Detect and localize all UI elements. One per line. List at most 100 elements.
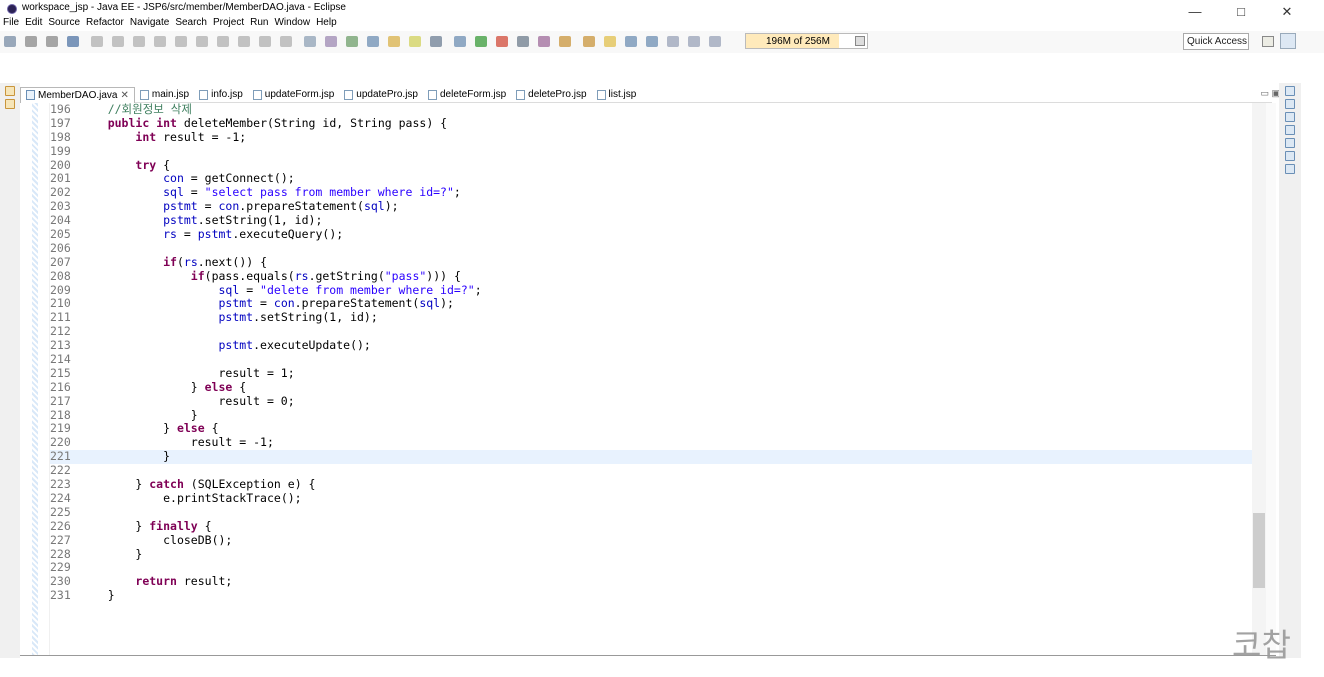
code-line[interactable]: 219 } else { (50, 422, 1252, 436)
code-line[interactable]: 211 pstmt.setString(1, id); (50, 310, 1252, 325)
new-icon[interactable] (4, 36, 16, 47)
code-line[interactable]: 225 (50, 505, 1252, 520)
skip-breakpoints-icon[interactable] (91, 36, 103, 47)
disconnect-icon[interactable] (175, 36, 187, 47)
code-line[interactable]: 217 result = 0; (50, 394, 1252, 409)
problems-icon[interactable] (1285, 164, 1295, 174)
code-line[interactable]: 208 if(pass.equals(rs.getString("pass"))… (50, 269, 1252, 284)
code-line[interactable]: 231 } (50, 588, 1252, 603)
code-line[interactable]: 228 } (50, 547, 1252, 562)
servers-icon[interactable] (1285, 112, 1295, 122)
snippets-icon[interactable] (1285, 138, 1295, 148)
code-line[interactable]: 227 closeDB(); (50, 533, 1252, 548)
external-tools-icon[interactable] (517, 36, 529, 47)
open-type-icon[interactable] (304, 36, 316, 47)
menu-window[interactable]: Window (271, 16, 313, 30)
menu-refactor[interactable]: Refactor (83, 16, 127, 30)
restore-icon[interactable] (5, 86, 15, 96)
terminate-icon[interactable] (154, 36, 166, 47)
new-web-project-icon[interactable] (559, 36, 571, 47)
vertical-scrollbar[interactable] (1252, 103, 1266, 655)
code-line[interactable]: 199 (50, 144, 1252, 159)
code-line[interactable]: 220 result = -1; (50, 435, 1252, 450)
code-line[interactable]: 221 } (50, 449, 1252, 465)
debug-icon[interactable] (454, 36, 466, 47)
open-task-icon[interactable] (367, 36, 379, 47)
outline-icon[interactable] (1285, 86, 1295, 96)
menu-source[interactable]: Source (45, 16, 83, 30)
step-into-icon[interactable] (196, 36, 208, 47)
run-gc-icon[interactable] (855, 36, 865, 46)
code-line[interactable]: 203 pstmt = con.prepareStatement(sql); (50, 199, 1252, 214)
save-icon[interactable] (25, 36, 37, 47)
close-tab-icon[interactable]: ✕ (120, 90, 128, 101)
code-line[interactable]: 210 pstmt = con.prepareStatement(sql); (50, 297, 1252, 311)
forward-icon[interactable] (709, 36, 721, 47)
menu-help[interactable]: Help (313, 16, 340, 30)
save-all-icon[interactable] (46, 36, 58, 47)
menu-run[interactable]: Run (247, 16, 271, 30)
code-line[interactable]: 224 e.printStackTrace(); (50, 491, 1252, 506)
code-line[interactable]: 218 } (50, 408, 1252, 423)
code-line[interactable]: 222 (50, 463, 1252, 478)
editor-minimize-maximize-controls[interactable]: ▭ ▣ (1260, 88, 1280, 99)
drop-to-frame-icon[interactable] (259, 36, 271, 47)
tab-deletepro-jsp[interactable]: deletePro.jsp (511, 87, 591, 103)
tab-memberdao-java[interactable]: MemberDAO.java ✕ (20, 86, 135, 103)
toggle-block-selection-icon[interactable] (409, 36, 421, 47)
step-return-icon[interactable] (238, 36, 250, 47)
new-java-package-icon[interactable] (325, 36, 337, 47)
tab-main-jsp[interactable]: main.jsp (135, 87, 194, 103)
code-line[interactable]: 207 if(rs.next()) { (50, 255, 1252, 270)
code-line[interactable]: 196 //회원정보 삭제 (50, 103, 1252, 117)
code-line[interactable]: 229 (50, 560, 1252, 575)
new-server-icon[interactable] (538, 36, 550, 47)
terminal-icon[interactable] (67, 36, 79, 47)
code-line[interactable]: 200 try { (50, 158, 1252, 173)
code-line[interactable]: 202 sql = "select pass from member where… (50, 185, 1252, 200)
tab-deleteform-jsp[interactable]: deleteForm.jsp (423, 87, 511, 103)
menu-edit[interactable]: Edit (22, 16, 45, 30)
code-line[interactable]: 223 } catch (SQLException e) { (50, 477, 1252, 492)
quick-access-input[interactable]: Quick Access (1183, 33, 1249, 50)
tab-updateform-jsp[interactable]: updateForm.jsp (248, 87, 339, 103)
code-line[interactable]: 226 } finally { (50, 519, 1252, 534)
vertical-scrollbar-thumb[interactable] (1253, 513, 1265, 588)
tab-info-jsp[interactable]: info.jsp (194, 87, 248, 103)
new-java-class-icon[interactable] (346, 36, 358, 47)
open-perspective-icon[interactable] (1262, 36, 1274, 47)
show-whitespace-icon[interactable] (430, 36, 442, 47)
resume-icon[interactable] (112, 36, 124, 47)
data-source-icon[interactable] (1285, 125, 1295, 135)
console-icon[interactable] (1285, 151, 1295, 161)
code-line[interactable]: 198 int result = -1; (50, 130, 1252, 145)
back-icon[interactable] (688, 36, 700, 47)
code-line[interactable]: 205 rs = pstmt.executeQuery(); (50, 227, 1252, 242)
search-icon[interactable] (583, 36, 595, 47)
code-line[interactable]: 213 pstmt.executeUpdate(); (50, 338, 1252, 353)
code-line[interactable]: 230 return result; (50, 574, 1252, 589)
code-line[interactable]: 201 con = getConnect(); (50, 172, 1252, 186)
task-list-icon[interactable] (1285, 99, 1295, 109)
prev-annotation-icon[interactable] (646, 36, 658, 47)
java-ee-perspective-icon[interactable] (1280, 33, 1296, 49)
toggle-mark-occurrences-icon[interactable] (388, 36, 400, 47)
overview-ruler[interactable] (1266, 103, 1276, 655)
menu-search[interactable]: Search (172, 16, 210, 30)
heap-status[interactable]: 196M of 256M (745, 33, 868, 49)
code-line[interactable]: 212 (50, 324, 1252, 339)
menu-file[interactable]: File (0, 16, 22, 30)
maximize-button[interactable]: □ (1218, 0, 1264, 24)
menu-navigate[interactable]: Navigate (127, 16, 172, 30)
coverage-icon[interactable] (496, 36, 508, 47)
last-edit-location-icon[interactable] (667, 36, 679, 47)
suspend-icon[interactable] (133, 36, 145, 47)
code-line[interactable]: 215 result = 1; (50, 366, 1252, 381)
run-icon[interactable] (475, 36, 487, 47)
code-line[interactable]: 214 (50, 352, 1252, 367)
code-line[interactable]: 197 public int deleteMember(String id, S… (50, 116, 1252, 131)
code-line[interactable]: 206 (50, 241, 1252, 256)
close-button[interactable]: ✕ (1264, 0, 1310, 24)
minimize-button[interactable]: — (1172, 0, 1218, 24)
package-explorer-icon[interactable] (5, 99, 15, 109)
